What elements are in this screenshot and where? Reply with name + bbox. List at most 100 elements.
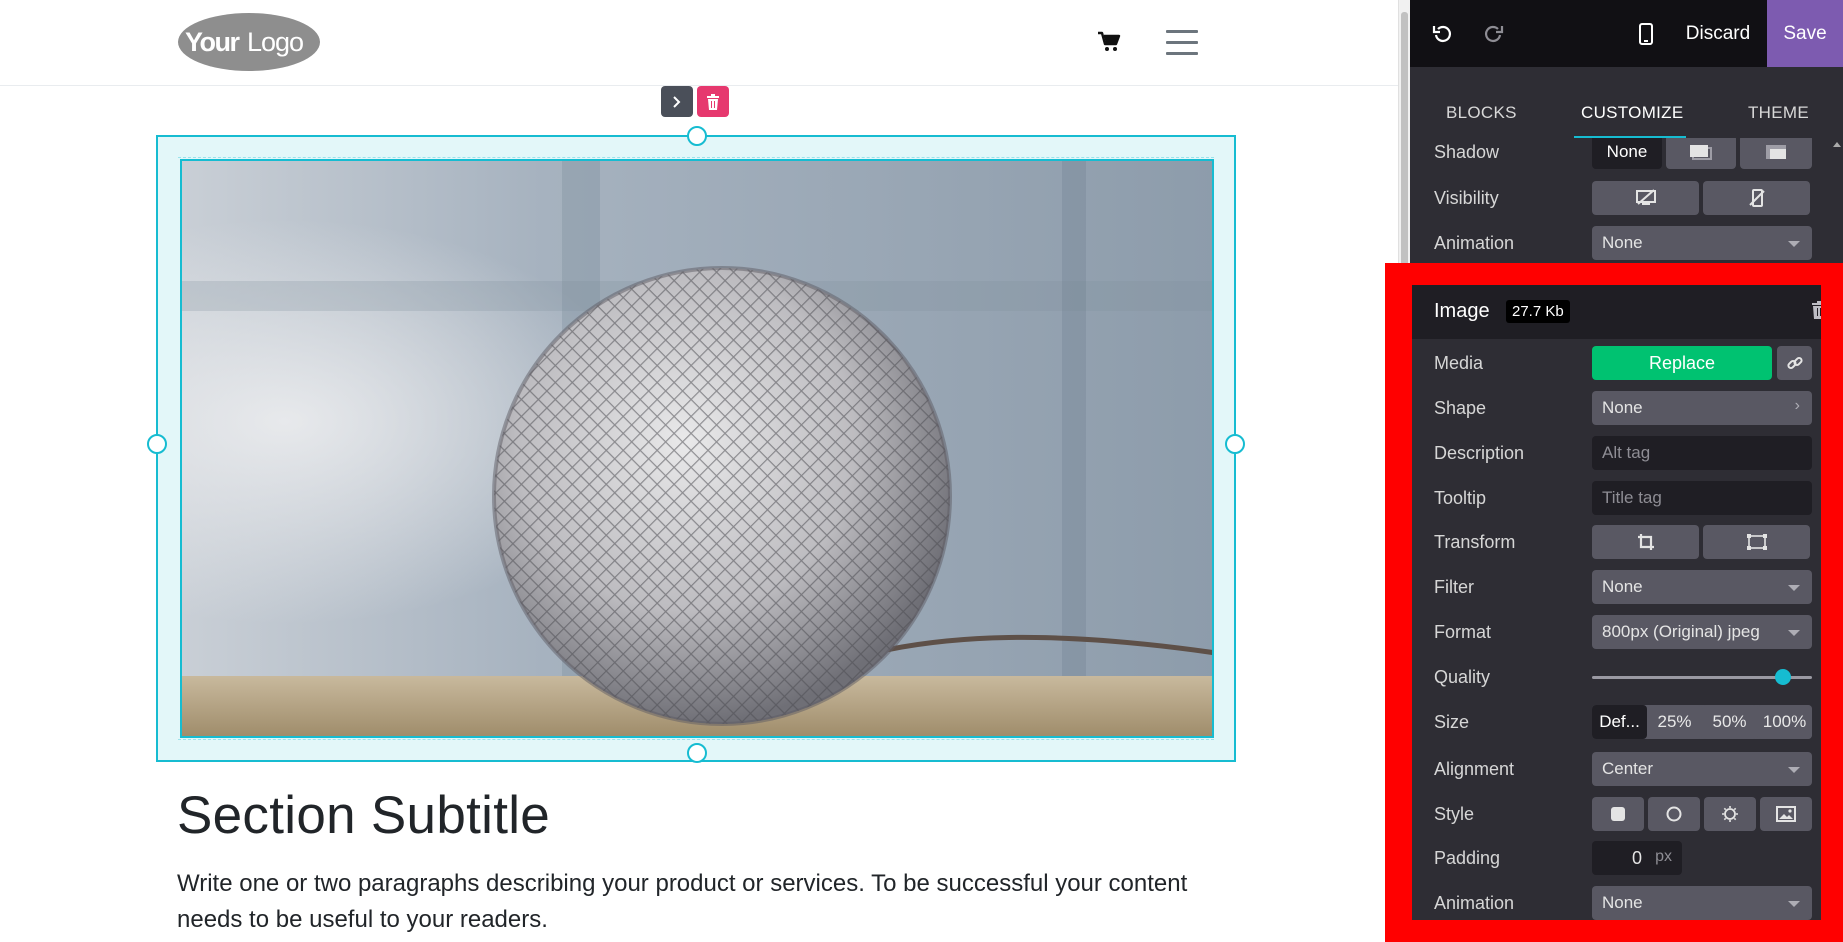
alignment-label: Alignment — [1434, 759, 1515, 779]
undo-icon — [1432, 25, 1451, 42]
quality-label: Quality — [1434, 667, 1491, 687]
block-animation-select[interactable]: None — [1592, 226, 1812, 260]
title-tag-placeholder: Title tag — [1602, 488, 1662, 507]
size-label: Size — [1434, 712, 1470, 732]
filter-option: Filter None — [1410, 570, 1830, 606]
shape-value: None — [1602, 398, 1643, 417]
link-button[interactable] — [1777, 346, 1812, 380]
shadow-label: Shadow — [1434, 142, 1500, 162]
resize-handle-right[interactable] — [1225, 434, 1245, 454]
block-animation-value: None — [1602, 233, 1643, 252]
style-rounded-button[interactable] — [1592, 797, 1644, 831]
discard-button[interactable]: Discard — [1668, 0, 1768, 67]
caret-down-icon — [1788, 585, 1800, 591]
resize-handle-top[interactable] — [687, 126, 707, 146]
filter-label: Filter — [1434, 577, 1474, 597]
image-panel-header: Image 27.7 Kb — [1410, 285, 1843, 339]
panel-scrollbar[interactable] — [1830, 138, 1843, 942]
editor-panel: Discard Save BLOCKS CUSTOMIZE THEME Shad… — [1410, 0, 1843, 942]
format-label: Format — [1434, 622, 1492, 642]
shape-label: Shape — [1434, 398, 1487, 418]
mobile-hidden-icon — [1748, 189, 1765, 207]
visibility-option: Visibility — [1410, 181, 1830, 217]
style-shadow-button[interactable] — [1704, 797, 1756, 831]
crop-button[interactable] — [1592, 525, 1699, 559]
circle-icon — [1666, 806, 1682, 822]
image-animation-select[interactable]: None — [1592, 886, 1812, 920]
size-25-button[interactable]: 25% — [1647, 705, 1702, 739]
padding-label: Padding — [1434, 848, 1501, 868]
site-logo[interactable]: Your Logo — [177, 12, 321, 72]
shadow-outset-button[interactable] — [1666, 138, 1736, 169]
link-icon — [1786, 356, 1803, 370]
redo-icon — [1485, 25, 1504, 42]
selected-image-frame[interactable] — [147, 126, 1245, 763]
image-animation-label: Animation — [1434, 893, 1515, 913]
block-animation-label: Animation — [1434, 233, 1515, 253]
editor-tabs: BLOCKS CUSTOMIZE THEME — [1410, 67, 1843, 138]
filter-select[interactable]: None — [1592, 570, 1812, 604]
tooltip-label: Tooltip — [1434, 488, 1487, 508]
save-button[interactable]: Save — [1767, 0, 1843, 67]
trash-icon — [1812, 301, 1826, 319]
padding-input[interactable]: 0 px — [1592, 841, 1682, 875]
tab-blocks[interactable]: BLOCKS — [1446, 103, 1517, 123]
shape-option: Shape None › — [1410, 391, 1830, 427]
style-thumbnail-button[interactable] — [1760, 797, 1812, 831]
preview-scrollbar-thumb[interactable] — [1401, 12, 1408, 912]
resize-handle-left[interactable] — [147, 434, 167, 454]
section-paragraph[interactable]: Write one or two paragraphs describing y… — [177, 866, 1217, 938]
picture-icon — [1776, 806, 1796, 822]
tab-theme[interactable]: THEME — [1748, 103, 1809, 123]
shadow-none-button[interactable]: None — [1592, 138, 1662, 169]
hamburger-menu-icon[interactable] — [1166, 30, 1198, 56]
format-select[interactable]: 800px (Original) jpeg — [1592, 615, 1812, 649]
shape-select[interactable]: None › — [1592, 391, 1812, 425]
quality-slider-thumb[interactable] — [1775, 669, 1792, 685]
section-subtitle[interactable]: Section Subtitle — [177, 785, 550, 846]
alignment-select[interactable]: Center — [1592, 752, 1812, 786]
size-default-button[interactable]: Def... — [1592, 705, 1647, 739]
visibility-label: Visibility — [1434, 188, 1499, 208]
speaker-image[interactable] — [180, 159, 1214, 738]
mobile-preview-button[interactable] — [1628, 0, 1664, 67]
replace-button[interactable]: Replace — [1592, 346, 1772, 380]
block-animation-option: Animation None — [1410, 226, 1830, 262]
shadow-inset-button[interactable] — [1740, 138, 1812, 169]
hide-mobile-button[interactable] — [1703, 181, 1810, 215]
chevron-right-icon — [673, 95, 681, 108]
title-tag-input[interactable]: Title tag — [1592, 481, 1812, 515]
image-panel-title: Image — [1434, 300, 1490, 322]
filter-value: None — [1602, 577, 1643, 596]
tab-customize[interactable]: CUSTOMIZE — [1581, 103, 1684, 123]
logo-text-light: Logo — [247, 27, 303, 57]
alt-tag-input[interactable]: Alt tag — [1592, 436, 1812, 470]
size-button-group: Def... 25% 50% 100% — [1592, 705, 1812, 739]
preview-scrollbar[interactable] — [1398, 0, 1410, 942]
chevron-right-icon: › — [1794, 397, 1800, 414]
padding-value: 0 — [1631, 848, 1642, 868]
trash-icon — [707, 93, 719, 110]
undo-button[interactable] — [1422, 0, 1462, 67]
scroll-up-arrow-icon[interactable] — [1833, 142, 1841, 147]
hide-desktop-button[interactable] — [1592, 181, 1699, 215]
transform-button-group — [1592, 525, 1810, 559]
smart-speaker-photo — [182, 161, 1212, 736]
delete-snippet-button[interactable] — [697, 86, 729, 117]
move-snippet-button[interactable] — [661, 86, 693, 117]
cart-icon[interactable] — [1097, 30, 1121, 54]
description-label: Description — [1434, 443, 1525, 463]
style-circle-button[interactable] — [1648, 797, 1700, 831]
transform-button[interactable] — [1703, 525, 1810, 559]
size-50-button[interactable]: 50% — [1702, 705, 1757, 739]
remove-image-button[interactable] — [1811, 301, 1827, 324]
caret-down-icon — [1788, 767, 1800, 773]
size-option: Size Def... 25% 50% 100% — [1410, 705, 1830, 741]
image-size-badge: 27.7 Kb — [1506, 300, 1570, 323]
caret-down-icon — [1788, 630, 1800, 636]
redo-button[interactable] — [1474, 0, 1514, 67]
mobile-phone-icon — [1639, 22, 1653, 45]
resize-handle-bottom[interactable] — [687, 743, 707, 763]
alt-tag-placeholder: Alt tag — [1602, 443, 1651, 462]
size-100-button[interactable]: 100% — [1757, 705, 1812, 739]
